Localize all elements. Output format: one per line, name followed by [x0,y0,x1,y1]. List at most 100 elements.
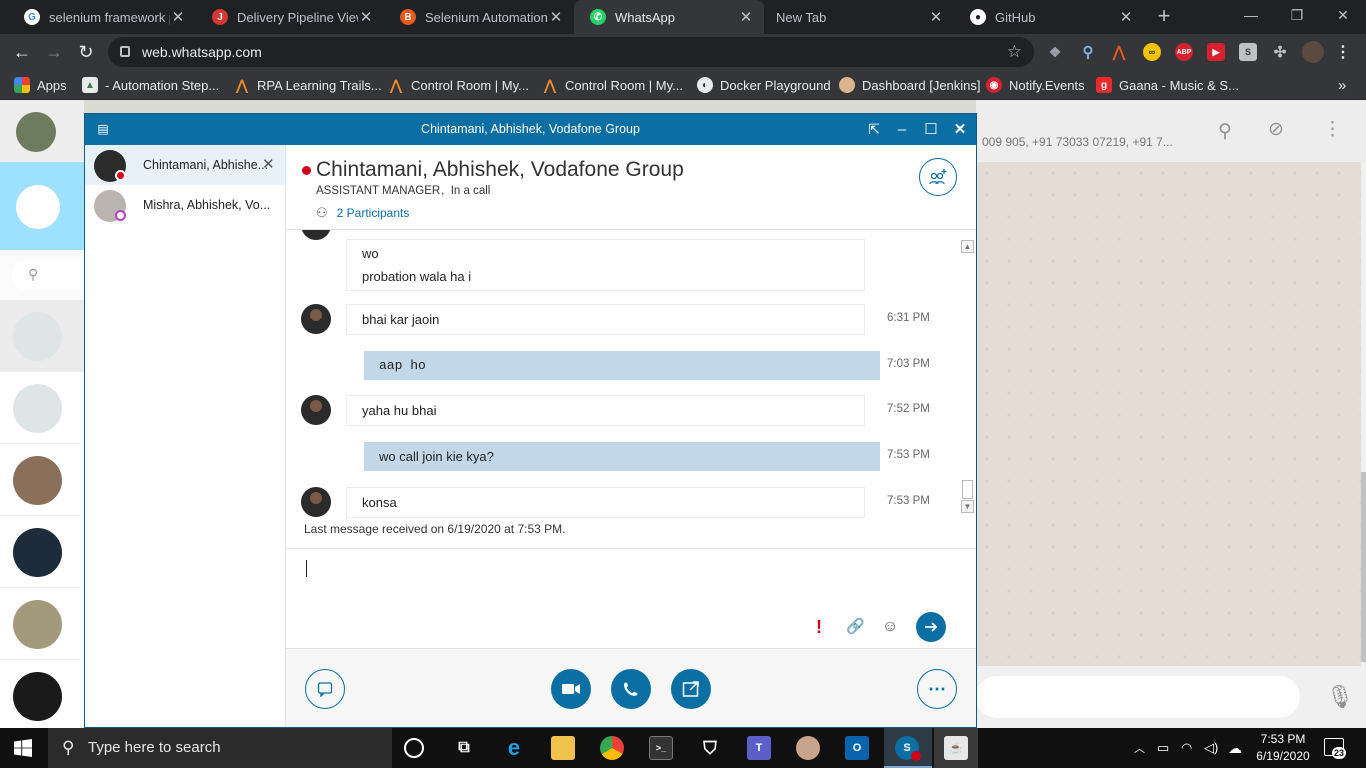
automation-extension-icon[interactable]: ⋀ [1110,43,1128,61]
onedrive-icon[interactable]: ☁ [1228,728,1242,768]
taskbar-clock[interactable]: 7:53 PM 6/19/2020 [1248,731,1318,765]
cortana-icon[interactable] [404,738,424,758]
scrollbar[interactable] [1361,162,1366,666]
reload-icon[interactable]: ↻ [73,40,99,64]
link-icon[interactable]: 🔗 [846,618,865,636]
scroll-down-icon[interactable]: ▼ [961,500,974,513]
whatsapp-search[interactable]: ⚲ [0,250,84,300]
security-shield-icon[interactable]: ⛉ [698,736,722,760]
minimize-icon[interactable]: — [1228,0,1274,32]
volume-icon[interactable]: ◁) [1204,728,1218,768]
skype-taskbar-active[interactable]: S [884,728,932,768]
address-bar[interactable]: web.whatsapp.com ☆ [108,37,1034,67]
compose-area[interactable]: ! 🔗 ☺ [286,548,976,648]
tab-selenium-framework[interactable]: G selenium framework pr ✕ [8,0,196,34]
windows-start-icon[interactable] [14,739,32,757]
notifications-banner[interactable] [0,162,84,250]
high-importance-icon[interactable]: ! [810,618,828,636]
send-button[interactable] [916,612,946,642]
close-icon[interactable]: ✕ [170,8,186,26]
bookmark-rpa-learning[interactable]: ⋀ RPA Learning Trails... [234,70,382,100]
conversation-item[interactable]: Chintamani, Abhishe... ✕ [85,145,285,185]
chrome-icon[interactable] [600,736,624,760]
wifi-icon[interactable]: ◠ [1181,728,1192,768]
file-explorer-icon[interactable] [551,736,575,760]
bookmark-notify-events[interactable]: ◉ Notify.Events [986,70,1085,100]
close-conversation-icon[interactable]: ✕ [262,155,275,173]
add-people-button[interactable] [919,158,957,196]
share-content-button[interactable] [671,669,711,709]
outlook-icon[interactable]: O [845,736,869,760]
emoticon-icon[interactable]: ☺ [881,618,899,636]
java-taskbar-item[interactable]: ☕ [934,728,978,768]
contact-name[interactable]: Chintamani, Abhishek, Vodafone Group [316,158,684,182]
search-icon[interactable]: ⚲ [1218,120,1232,143]
bookmark-control-room-1[interactable]: ⋀ Control Room | My... [388,70,529,100]
close-window-icon[interactable]: ✕ [1320,0,1366,32]
pop-out-icon[interactable]: ⇱ [860,114,888,145]
dropbox-icon[interactable]: ❖ [1046,43,1064,61]
conversation-item[interactable]: Mishra, Abhishek, Vo... [85,185,285,225]
back-icon[interactable]: ← [9,40,35,64]
message-input[interactable] [976,676,1300,718]
chat-list-item[interactable] [0,660,84,732]
video-extension-icon[interactable]: ▶ [1207,43,1225,61]
im-button[interactable] [305,669,345,709]
scrollbar-thumb[interactable] [962,480,973,499]
bookmark-jenkins-dashboard[interactable]: Dashboard [Jenkins] [839,70,981,100]
teams-icon[interactable]: T [747,736,771,760]
restore-icon[interactable]: ❐ [1274,0,1320,32]
bookmark-automation-step[interactable]: ▲ - Automation Step... [82,70,219,100]
attach-icon[interactable]: ⊘ [1268,118,1284,141]
chat-list-item[interactable] [0,516,84,588]
close-icon[interactable]: ✕ [946,114,974,145]
show-hidden-icons[interactable]: ︿ [1134,728,1145,768]
tab-delivery-pipeline[interactable]: J Delivery Pipeline View [ ✕ [196,0,384,34]
skype-title-bar[interactable]: ▤ Chintamani, Abhishek, Vodafone Group ⇱… [85,114,976,145]
snipping-tool-icon[interactable] [796,736,820,760]
close-icon[interactable]: ✕ [928,8,944,26]
bookmark-gaana[interactable]: g Gaana - Music & S... [1096,70,1239,100]
more-options-button[interactable]: ⋯ [917,669,957,709]
bookmark-star-icon[interactable]: ☆ [1007,37,1022,67]
bookmark-control-room-2[interactable]: ⋀ Control Room | My... [542,70,683,100]
message-scrollbar[interactable]: ▲ ▼ [960,240,975,514]
more-bookmarks-icon[interactable]: » [1338,70,1346,100]
maximize-icon[interactable]: ☐ [917,114,945,145]
profile-avatar[interactable] [1302,41,1324,63]
chat-list-item[interactable] [0,372,84,444]
close-icon[interactable]: ✕ [1118,8,1134,26]
glasses-extension-icon[interactable]: ∞ [1143,43,1161,61]
search-extension-icon[interactable]: ⚲ [1079,43,1097,61]
chat-list-item[interactable] [0,588,84,660]
chat-list-item[interactable] [0,300,84,372]
close-icon[interactable]: ✕ [358,8,374,26]
video-call-button[interactable] [551,669,591,709]
close-icon[interactable]: ✕ [548,8,564,26]
participants-link[interactable]: ⚇ 2 Participants [316,205,409,221]
tab-github[interactable]: ● GitHub ✕ [954,0,1144,34]
edge-icon[interactable]: e [502,735,526,760]
terminal-icon[interactable]: >_ [649,736,673,760]
task-view-icon[interactable]: ⧉ [452,736,476,760]
tab-whatsapp[interactable]: ✆ WhatsApp ✕ [574,0,764,34]
action-center-icon[interactable]: 23 [1324,738,1347,759]
battery-icon[interactable]: ▭ [1157,728,1169,768]
audio-call-button[interactable] [611,669,651,709]
minimize-icon[interactable]: – [888,114,916,145]
bookmark-apps[interactable]: Apps [14,70,67,100]
scroll-up-icon[interactable]: ▲ [961,240,974,253]
scrollbar-thumb[interactable] [1361,472,1366,662]
close-icon[interactable]: ✕ [738,8,754,26]
menu-kebab-icon[interactable]: ⋮ [1334,43,1352,61]
chat-list-item[interactable] [0,444,84,516]
new-tab-button[interactable]: + [1152,5,1176,29]
puzzle-icon[interactable]: ✣ [1271,43,1289,61]
microphone-icon[interactable]: 🎙 [1326,684,1354,710]
tab-selenium-automation[interactable]: B Selenium Automation F ✕ [384,0,574,34]
forward-icon[interactable]: → [41,40,67,64]
my-avatar[interactable] [16,112,56,152]
adblock-icon[interactable]: ABP [1175,43,1193,61]
taskbar-search[interactable]: ⚲ Type here to search [48,728,392,768]
menu-kebab-icon[interactable]: ⋮ [1323,118,1342,141]
